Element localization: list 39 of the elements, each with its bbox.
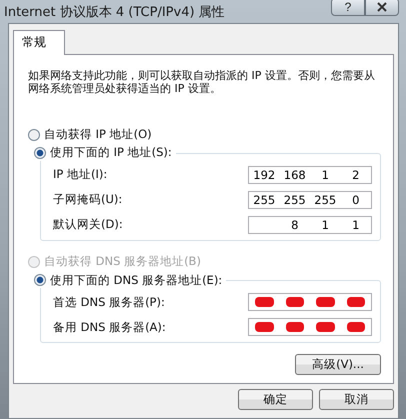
redaction-mark [255,297,274,307]
dialog-button[interactable]: 取消 [319,389,394,410]
ip-octet: 1 [320,168,330,182]
description-text: 如果网络支持此功能，则可以获取自动指派的 IP 设置。否则，您需要从网络系统管理员处获得适当的 IP 设置。 [28,69,376,95]
ip-octet: 1 [351,218,360,232]
field-label: 子网掩码(U): [53,192,122,208]
redaction-mark [316,297,334,307]
redaction-mark [286,322,304,332]
redaction-mark [316,322,334,332]
tab[interactable]: 常规 [13,30,65,55]
redaction-mark [346,322,365,332]
ip-octet: 8 [290,218,300,232]
ip-address-field[interactable]: 8 1 1 [248,216,372,234]
ip-octet: 255 [282,192,307,207]
dialog-button[interactable]: 确定 [238,389,313,410]
field-label: 备用 DNS 服务器(A): [53,320,166,334]
ip-address-field[interactable]: 192 168 1 2 [248,166,372,184]
window-title: Internet 协议版本 4 (TCP/IPv4) 属性 [4,4,225,20]
ip-octet: 2 [351,168,360,182]
field-label: 默认网关(D): [53,217,123,232]
ip-octet: 1 [320,218,330,232]
dns-address-field[interactable] [248,293,372,311]
close-button[interactable] [365,0,399,16]
field-label: IP 地址(I): [53,167,108,182]
close-icon [377,2,387,12]
radio-option[interactable]: 自动获得 IP 地址(O) [28,127,381,142]
help-button[interactable]: ? [331,0,365,16]
redaction-mark [255,322,274,332]
redaction-mark [346,297,365,307]
ip-octet: 168 [282,168,307,182]
redaction-mark [286,297,304,307]
ip-address-field[interactable]: 255 255 255 0 [248,190,372,209]
ip-octet: 192 [252,168,276,182]
field-label: 首选 DNS 服务器(P): [53,294,165,310]
ip-octet: 0 [351,192,360,207]
advanced-button[interactable]: 高级(V)... [295,354,381,375]
ip-octet: 255 [313,192,338,207]
ip-octet: 255 [252,192,276,207]
dns-address-field[interactable] [248,318,372,336]
